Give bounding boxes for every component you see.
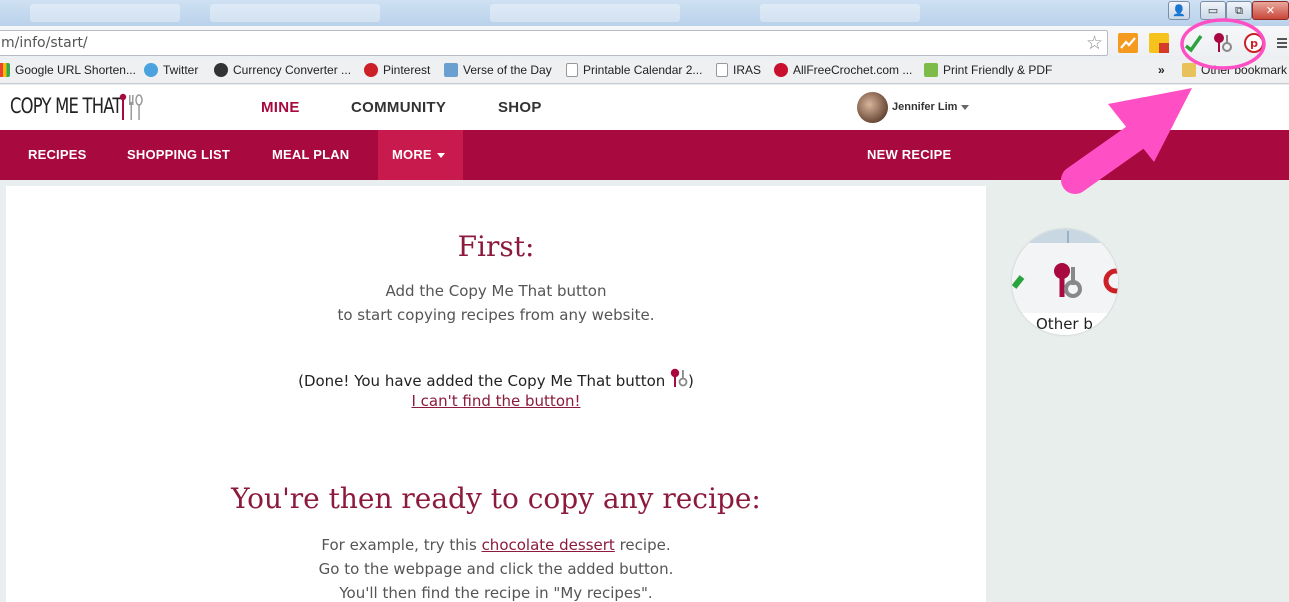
background-tab[interactable] <box>210 4 380 22</box>
example-line: For example, try this chocolate dessert … <box>6 536 986 554</box>
bookmark-twitter[interactable]: Twitter <box>144 63 198 77</box>
subnav-more[interactable]: MORE <box>392 130 445 180</box>
nav-community[interactable]: COMMUNITY <box>351 99 446 116</box>
pinterest-extension-icon[interactable]: p <box>1243 32 1265 54</box>
find-line: You'll then find the recipe in "My recip… <box>339 584 653 602</box>
url-text[interactable]: m/info/start/ <box>1 35 88 51</box>
nav-shop[interactable]: SHOP <box>498 99 542 116</box>
nav-mine[interactable]: MINE <box>261 99 300 116</box>
goto-line: Go to the webpage and click the added bu… <box>318 560 674 578</box>
bookmark-label: Other bookmark <box>1201 63 1288 77</box>
bookmark-label: Verse of the Day <box>463 63 552 77</box>
more-label: MORE <box>392 147 432 162</box>
subnav-meal-plan[interactable]: MEAL PLAN <box>272 130 349 180</box>
currency-icon <box>214 63 228 77</box>
site-logo[interactable]: COPY ME THAT <box>10 94 122 118</box>
pinterest-icon <box>364 63 378 77</box>
chevron-right-icon: » <box>1158 63 1165 77</box>
browser-toolbar: m/info/start/ ☆ <box>0 26 1289 60</box>
user-icon: 👤 <box>1172 4 1186 17</box>
book-icon <box>444 63 458 77</box>
svg-text:p: p <box>1250 37 1258 50</box>
bookmark-label: Google URL Shorten... <box>15 63 136 77</box>
bookmark-label: Printable Calendar 2... <box>583 63 703 77</box>
profile-button[interactable]: 👤 <box>1168 1 1190 20</box>
chevron-down-icon <box>436 153 445 159</box>
crochet-icon <box>774 63 788 77</box>
close-button[interactable]: ✕ <box>1252 1 1289 20</box>
copy-me-that-button-icon <box>670 368 688 387</box>
address-bar[interactable]: m/info/start/ ☆ <box>0 30 1108 56</box>
chevron-down-icon[interactable] <box>961 105 969 110</box>
yellow-extension-icon[interactable] <box>1148 32 1170 54</box>
printer-icon <box>924 63 938 77</box>
bookmark-printable-calendar[interactable]: Printable Calendar 2... <box>566 63 702 77</box>
bookmarks-overflow-button[interactable]: » <box>1158 63 1165 77</box>
sub-nav-bar: RECIPES SHOPPING LIST MEAL PLAN MORE NEW… <box>0 130 1289 180</box>
google-icon <box>0 63 10 77</box>
ready-heading: You're then ready to copy any recipe: <box>231 482 761 515</box>
first-heading: First: <box>457 230 535 263</box>
first-line-1: Add the Copy Me That button <box>385 282 607 300</box>
twitter-icon <box>144 63 158 77</box>
zoomed-label: Other b <box>1036 315 1093 333</box>
site-header: COPY ME THAT MINE COMMUNITY SHOP Jennife… <box>0 85 1289 130</box>
bookmark-google-url-shortener[interactable]: Google URL Shorten... <box>0 63 136 77</box>
close-icon: ✕ <box>1265 4 1276 17</box>
bookmark-currency-converter[interactable]: Currency Converter ... <box>214 63 351 77</box>
page-icon <box>716 63 728 77</box>
bookmark-label: Twitter <box>163 63 199 77</box>
trend-extension-icon[interactable] <box>1117 32 1139 54</box>
bookmark-label: AllFreeCrochet.com ... <box>793 63 913 77</box>
bookmark-print-friendly[interactable]: Print Friendly & PDF <box>924 63 1052 77</box>
example-text: For example, try this <box>321 536 477 554</box>
bookmark-pinterest[interactable]: Pinterest <box>364 63 430 77</box>
bookmarks-bar: Google URL Shorten... Twitter Currency C… <box>0 60 1289 84</box>
bookmark-allfreecrochet[interactable]: AllFreeCrochet.com ... <box>774 63 912 77</box>
bookmark-iras[interactable]: IRAS <box>716 63 761 77</box>
menu-icon[interactable] <box>1274 32 1288 54</box>
done-close-paren: ) <box>688 372 694 390</box>
star-icon[interactable]: ☆ <box>1086 32 1103 54</box>
spoon-icon <box>119 93 143 120</box>
bookmark-label: Pinterest <box>383 63 431 77</box>
done-message: (Done! You have added the Copy Me That b… <box>6 368 986 390</box>
chocolate-dessert-link[interactable]: chocolate dessert <box>482 536 615 554</box>
user-name[interactable]: Jennifer Lim <box>892 101 957 113</box>
minimize-button[interactable]: ▭ <box>1200 1 1226 20</box>
bookmark-label: IRAS <box>733 63 762 77</box>
bookmark-label: Print Friendly & PDF <box>943 63 1053 77</box>
first-line-2: to start copying recipes from any websit… <box>337 306 655 324</box>
zoomed-toolbar-illustration: Other b <box>1012 229 1118 335</box>
subnav-recipes[interactable]: RECIPES <box>28 130 86 180</box>
check-extension-icon[interactable] <box>1182 32 1204 54</box>
background-tab[interactable] <box>490 4 680 22</box>
subnav-shopping-list[interactable]: SHOPPING LIST <box>127 130 230 180</box>
copy-me-that-extension-icon[interactable] <box>1212 32 1234 54</box>
done-text: (Done! You have added the Copy Me That b… <box>298 372 666 390</box>
cant-find-link[interactable]: I can't find the button! <box>411 392 580 410</box>
example-text-end: recipe. <box>619 536 671 554</box>
window-titlebar: 👤 ▭ ⧉ ✕ <box>0 0 1289 26</box>
cant-find-wrap: I can't find the button! <box>6 392 986 410</box>
other-bookmarks-folder[interactable]: Other bookmark <box>1182 63 1287 77</box>
new-recipe-button[interactable]: NEW RECIPE <box>867 130 951 180</box>
avatar[interactable] <box>857 92 888 123</box>
bookmark-verse-of-the-day[interactable]: Verse of the Day <box>444 63 552 77</box>
folder-icon <box>1182 63 1196 77</box>
restore-button[interactable]: ⧉ <box>1226 1 1252 20</box>
bookmark-label: Currency Converter ... <box>233 63 352 77</box>
minimize-icon: ▭ <box>1207 4 1219 17</box>
page-icon <box>566 63 578 77</box>
main-content: First: Add the Copy Me That button to st… <box>6 186 986 602</box>
background-tab[interactable] <box>30 4 180 22</box>
background-tab[interactable] <box>760 4 920 22</box>
restore-icon: ⧉ <box>1235 3 1243 17</box>
